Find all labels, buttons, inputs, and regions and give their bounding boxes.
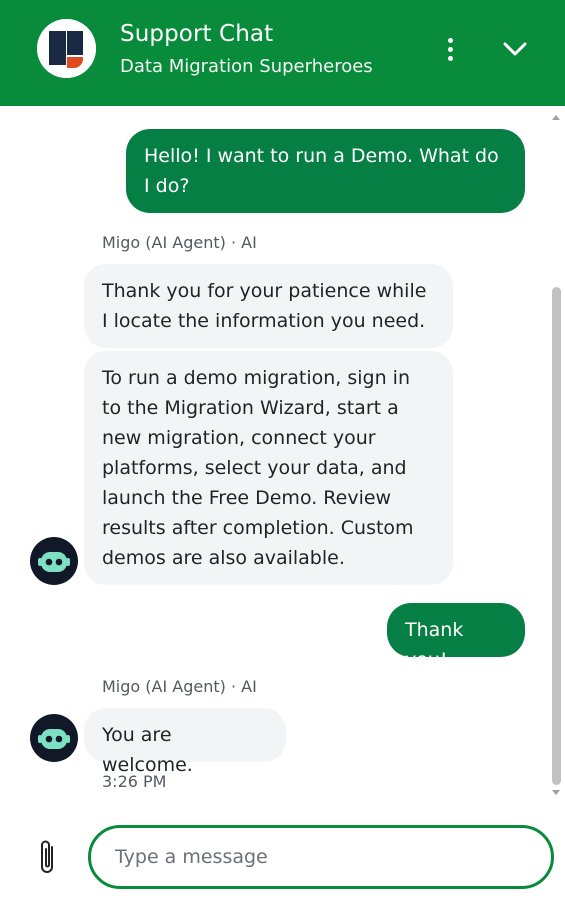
more-vertical-icon [447, 37, 453, 43]
chat-title: Support Chat [120, 21, 274, 47]
message-timestamp: 3:26 PM [102, 772, 167, 791]
collapse-chat-button[interactable] [500, 34, 530, 64]
paperclip-icon [41, 840, 53, 873]
more-options-button[interactable] [436, 33, 464, 65]
agent-sender-label: Migo (AI Agent) · AI [102, 233, 257, 252]
agent-message: You are welcome. [84, 708, 286, 776]
brand-logo-icon [37, 19, 96, 78]
agent-sender-label: Migo (AI Agent) · AI [102, 677, 257, 696]
agent-message: Thank you for your patience while I loca… [84, 264, 453, 348]
scrollbar-thumb[interactable] [552, 287, 561, 785]
message-input[interactable] [88, 825, 554, 889]
robot-icon [38, 552, 70, 572]
scroll-up-arrow-icon[interactable] [552, 115, 560, 120]
chevron-down-icon [503, 42, 527, 56]
user-message: Hello! I want to run a Demo. What do I d… [126, 129, 525, 213]
user-message: Thank you! [387, 603, 525, 671]
chat-subtitle: Data Migration Superheroes [120, 56, 373, 77]
chat-header: Support Chat Data Migration Superheroes [0, 0, 565, 106]
agent-message: To run a demo migration, sign in to the … [84, 351, 453, 585]
scroll-down-arrow-icon[interactable] [552, 790, 560, 795]
attach-file-button[interactable] [36, 838, 60, 878]
robot-icon [38, 729, 70, 749]
agent-avatar [30, 714, 78, 762]
agent-avatar [30, 537, 78, 585]
